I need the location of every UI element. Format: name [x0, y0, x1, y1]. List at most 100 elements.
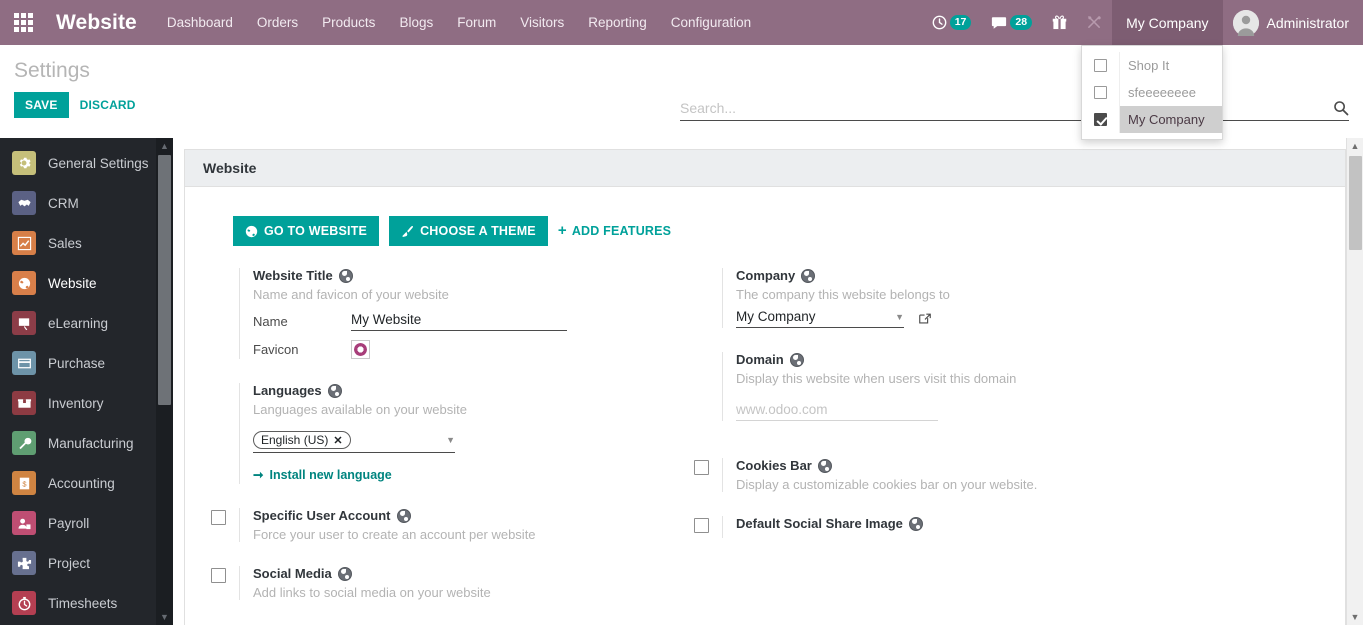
specific-user-account-checkbox[interactable] [211, 510, 226, 525]
default-social-share-image-checkbox[interactable] [694, 518, 709, 533]
choose-theme-button[interactable]: CHOOSE A THEME [389, 216, 548, 246]
sidebar-item-sales[interactable]: Sales [0, 223, 156, 263]
company-checkbox-sfeeeeeeee[interactable] [1082, 86, 1119, 99]
spacer [694, 268, 722, 328]
save-button[interactable]: SAVE [14, 92, 69, 118]
open-company-external-link[interactable] [918, 312, 932, 326]
brand-title[interactable]: Website [46, 0, 155, 45]
app-body: General Settings CRM Sales Website [0, 138, 1363, 625]
favicon-label: Favicon [253, 342, 351, 357]
main-scrollbar-thumb[interactable] [1349, 156, 1362, 250]
handshake-icon [12, 191, 36, 215]
sidebar-list: General Settings CRM Sales Website [0, 138, 156, 625]
messages-badge: 28 [1010, 15, 1032, 30]
main-scrollbar[interactable]: ▲ ▼ [1346, 138, 1363, 625]
activities-button[interactable]: 17 [922, 0, 982, 45]
setting-content: Languages Languages available on your we… [239, 383, 676, 484]
company-label-shop-it[interactable]: Shop It [1119, 52, 1222, 79]
gift-button[interactable] [1042, 0, 1077, 45]
menu-item-configuration[interactable]: Configuration [659, 0, 763, 45]
sidebar-item-inventory[interactable]: Inventory [0, 383, 156, 423]
spacer [211, 268, 239, 359]
scroll-down-icon[interactable]: ▼ [1351, 612, 1360, 622]
sidebar-item-elearning[interactable]: eLearning [0, 303, 156, 343]
menu-item-reporting[interactable]: Reporting [576, 0, 659, 45]
language-tag-label: English (US) [261, 433, 328, 447]
menu-item-visitors[interactable]: Visitors [508, 0, 576, 45]
tools-button[interactable] [1077, 0, 1112, 45]
sidebar-item-timesheets[interactable]: Timesheets [0, 583, 156, 623]
scroll-down-icon[interactable]: ▼ [160, 612, 169, 622]
setting-description: Display this website when users visit th… [736, 371, 1159, 386]
settings-column-right: Company The company this website belongs… [686, 268, 1159, 624]
menu-item-orders[interactable]: Orders [245, 0, 310, 45]
company-checkbox-shop-it[interactable] [1082, 59, 1119, 72]
sidebar-item-label: Accounting [48, 476, 115, 491]
sidebar-scrollbar-thumb[interactable] [158, 155, 171, 405]
setting-content: Website Title Name and favicon of your w… [239, 268, 676, 359]
company-label-sfeeeeeeee[interactable]: sfeeeeeeee [1119, 79, 1222, 106]
chevron-down-icon[interactable]: ▼ [446, 435, 455, 445]
sidebar-item-general-settings[interactable]: General Settings [0, 143, 156, 183]
add-features-button[interactable]: + ADD FEATURES [558, 224, 671, 238]
install-new-language-link[interactable]: ➞ Install new language [253, 467, 392, 482]
favicon-image [354, 343, 367, 356]
invoice-icon: $ [12, 471, 36, 495]
menu-item-products[interactable]: Products [310, 0, 387, 45]
install-language-label: Install new language [269, 468, 391, 482]
plus-icon: + [558, 225, 567, 237]
gear-icon [12, 151, 36, 175]
user-name-label: Administrator [1267, 15, 1349, 31]
company-switcher-dropdown: Shop It sfeeeeeeee My Company [1081, 45, 1223, 140]
sidebar-item-project[interactable]: Project [0, 543, 156, 583]
setting-content: Social Media Add links to social media o… [239, 566, 676, 600]
sidebar-item-purchase[interactable]: Purchase [0, 343, 156, 383]
sidebar-item-manufacturing[interactable]: Manufacturing [0, 423, 156, 463]
domain-input[interactable] [736, 401, 938, 421]
favicon-upload-button[interactable] [351, 340, 370, 359]
menu-item-dashboard[interactable]: Dashboard [155, 0, 245, 45]
company-select-row: My Company ▼ [736, 309, 1159, 328]
website-name-input[interactable] [351, 311, 567, 331]
scroll-up-icon[interactable]: ▲ [160, 141, 169, 151]
menu-item-forum[interactable]: Forum [445, 0, 508, 45]
setting-title: Social Media [253, 566, 676, 581]
sidebar-item-label: Payroll [48, 516, 89, 531]
search-icon[interactable] [1333, 100, 1349, 116]
sidebar-item-crm[interactable]: CRM [0, 183, 156, 223]
wrench-icon [12, 431, 36, 455]
company-select[interactable]: My Company ▼ [736, 309, 904, 328]
languages-select[interactable]: English (US) ✕ ▼ [253, 431, 455, 453]
setting-default-social-share-image: Default Social Share Image [686, 516, 1159, 538]
sheet-body: GO TO WEBSITE CHOOSE A THEME + ADD FEATU… [185, 187, 1345, 624]
cookies-bar-checkbox[interactable] [694, 460, 709, 475]
company-switcher-button[interactable]: My Company [1112, 0, 1222, 45]
company-checkbox-my-company[interactable] [1082, 113, 1119, 126]
social-media-checkbox[interactable] [211, 568, 226, 583]
sidebar-item-payroll[interactable]: Payroll [0, 503, 156, 543]
language-tag[interactable]: English (US) ✕ [253, 431, 351, 449]
menu-item-blogs[interactable]: Blogs [387, 0, 445, 45]
search-input[interactable] [680, 100, 1333, 116]
remove-language-icon[interactable]: ✕ [333, 434, 342, 447]
messages-button[interactable]: 28 [981, 0, 1042, 45]
apps-grid-icon [14, 13, 33, 32]
sidebar-item-accounting[interactable]: $ Accounting [0, 463, 156, 503]
sidebar-item-website[interactable]: Website [0, 263, 156, 303]
discard-button[interactable]: DISCARD [80, 98, 136, 112]
scroll-up-icon[interactable]: ▲ [1351, 141, 1360, 151]
chevron-down-icon[interactable]: ▼ [895, 312, 904, 322]
user-menu-button[interactable]: Administrator [1223, 0, 1363, 45]
sidebar-item-label: Project [48, 556, 90, 571]
setting-specific-user-account: Specific User Account Force your user to… [203, 508, 676, 542]
setting-title: Domain [736, 352, 1159, 367]
apps-menu-button[interactable] [0, 0, 46, 45]
social-media-label: Social Media [253, 566, 332, 581]
domain-label: Domain [736, 352, 784, 367]
sidebar-scrollbar[interactable]: ▲ ▼ [156, 138, 173, 625]
go-to-website-button[interactable]: GO TO WEBSITE [233, 216, 379, 246]
company-label-my-company[interactable]: My Company [1119, 106, 1222, 133]
globe-icon [801, 269, 815, 283]
setting-website-title: Website Title Name and favicon of your w… [203, 268, 676, 359]
main-menu: Dashboard Orders Products Blogs Forum Vi… [155, 0, 763, 45]
